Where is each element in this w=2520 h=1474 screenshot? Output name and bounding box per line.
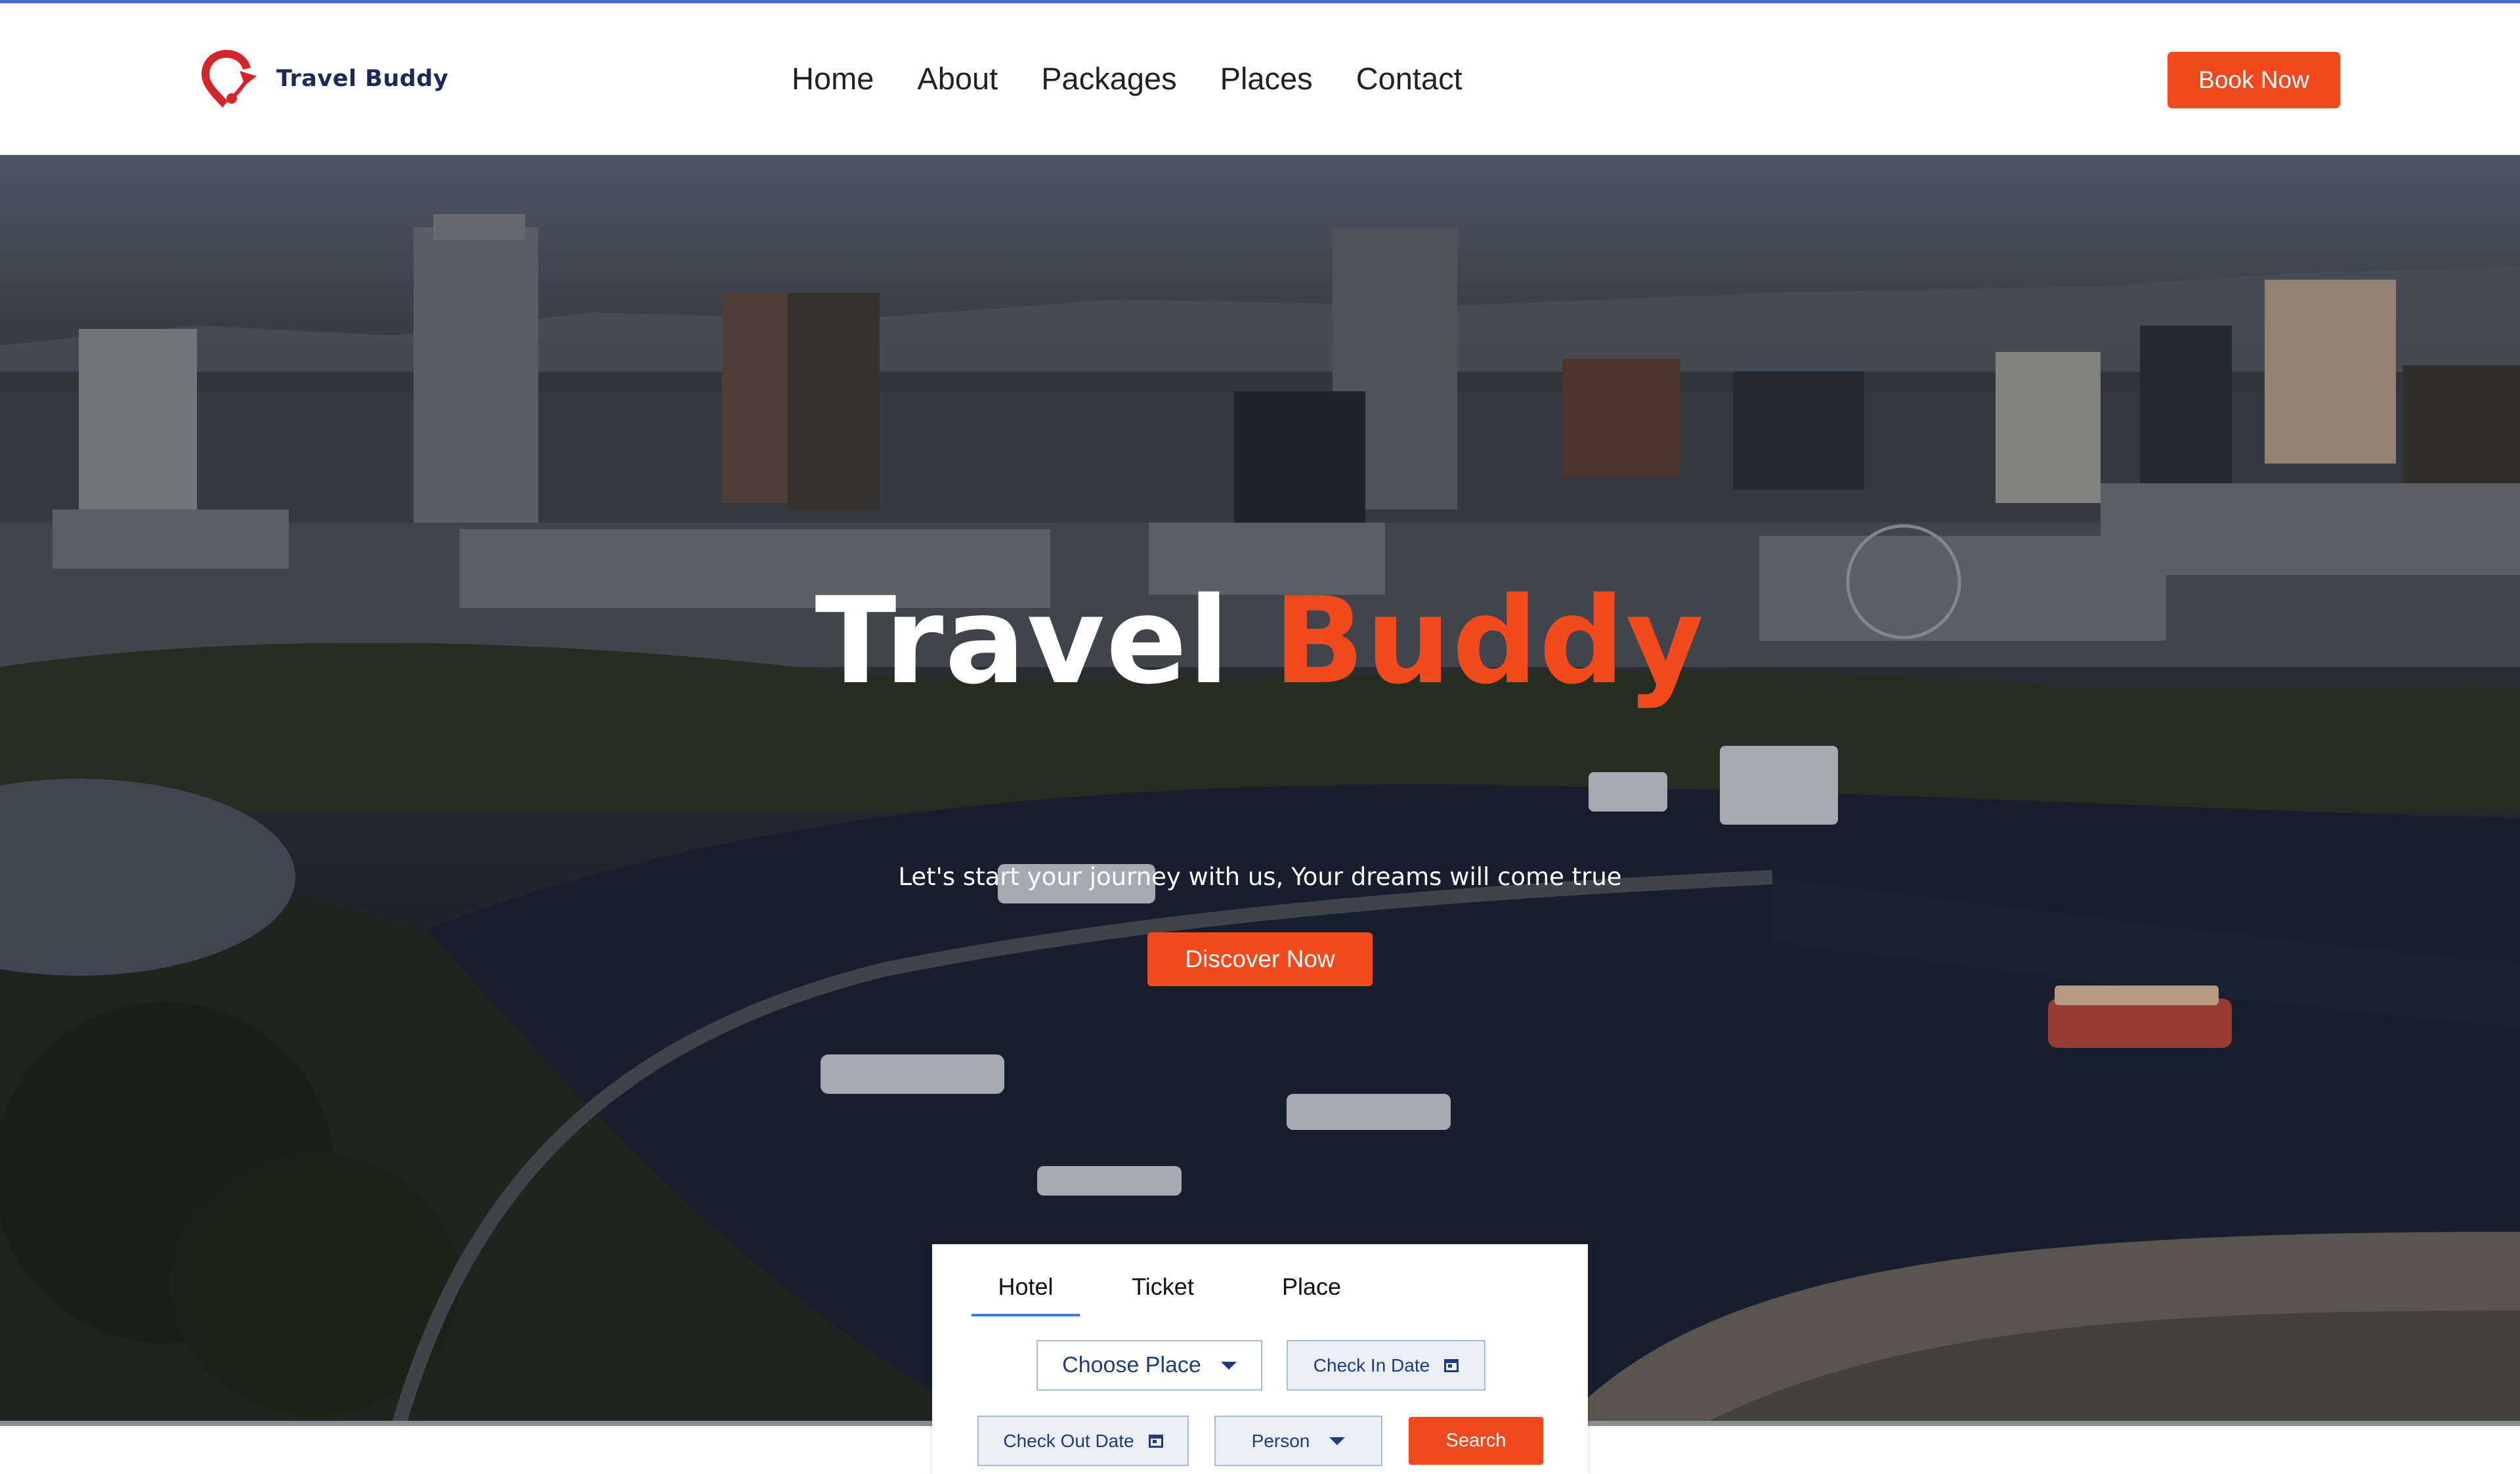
tab-hotel[interactable]: Hotel (972, 1264, 1080, 1316)
nav-item-about[interactable]: About (917, 60, 998, 98)
check-out-date-field[interactable]: Check Out Date (977, 1416, 1189, 1466)
hero-title-part2: Buddy (1273, 571, 1705, 710)
booking-search-card: Hotel Ticket Place Choose Place Check In… (932, 1244, 1588, 1474)
brand-name: Travel Buddy (276, 66, 449, 92)
check-in-label: Check In Date (1313, 1355, 1430, 1376)
chevron-down-icon (1329, 1437, 1346, 1445)
tab-place[interactable]: Place (1246, 1264, 1377, 1316)
nav-item-places[interactable]: Places (1220, 60, 1313, 98)
tab-ticket[interactable]: Ticket (1093, 1264, 1233, 1316)
nav-item-home[interactable]: Home (792, 60, 874, 98)
person-label: Person (1251, 1430, 1310, 1451)
calendar-icon (1148, 1434, 1163, 1448)
hero-title-part1: Travel (815, 571, 1231, 710)
check-in-date-field[interactable]: Check In Date (1287, 1340, 1485, 1391)
map-pin-arrow-icon (202, 50, 257, 108)
main-nav: Home About Packages Places Contact (792, 60, 1463, 98)
search-tabs: Hotel Ticket Place (972, 1264, 1377, 1316)
check-out-label: Check Out Date (1003, 1430, 1134, 1451)
choose-place-label: Choose Place (1062, 1353, 1201, 1377)
hero-section: Travel Buddy Let's start your journey wi… (0, 155, 2520, 1422)
choose-place-select[interactable]: Choose Place (1036, 1340, 1262, 1391)
chevron-down-icon (1220, 1361, 1237, 1370)
nav-item-contact[interactable]: Contact (1356, 60, 1463, 98)
hero-title: Travel Buddy (0, 575, 2520, 706)
person-select[interactable]: Person (1214, 1416, 1382, 1466)
site-header: Travel Buddy Home About Packages Places … (0, 3, 2520, 155)
nav-item-packages[interactable]: Packages (1041, 60, 1176, 98)
hero-overlay (0, 155, 2520, 1422)
hero-subtitle: Let's start your journey with us, Your d… (898, 863, 1622, 891)
calendar-icon (1444, 1358, 1459, 1372)
book-now-button[interactable]: Book Now (2168, 52, 2340, 108)
discover-now-button[interactable]: Discover Now (1147, 932, 1373, 986)
logo[interactable]: Travel Buddy (194, 43, 448, 115)
landing-page: Travel Buddy Home About Packages Places … (0, 0, 2520, 1474)
search-button[interactable]: Search (1409, 1417, 1543, 1465)
